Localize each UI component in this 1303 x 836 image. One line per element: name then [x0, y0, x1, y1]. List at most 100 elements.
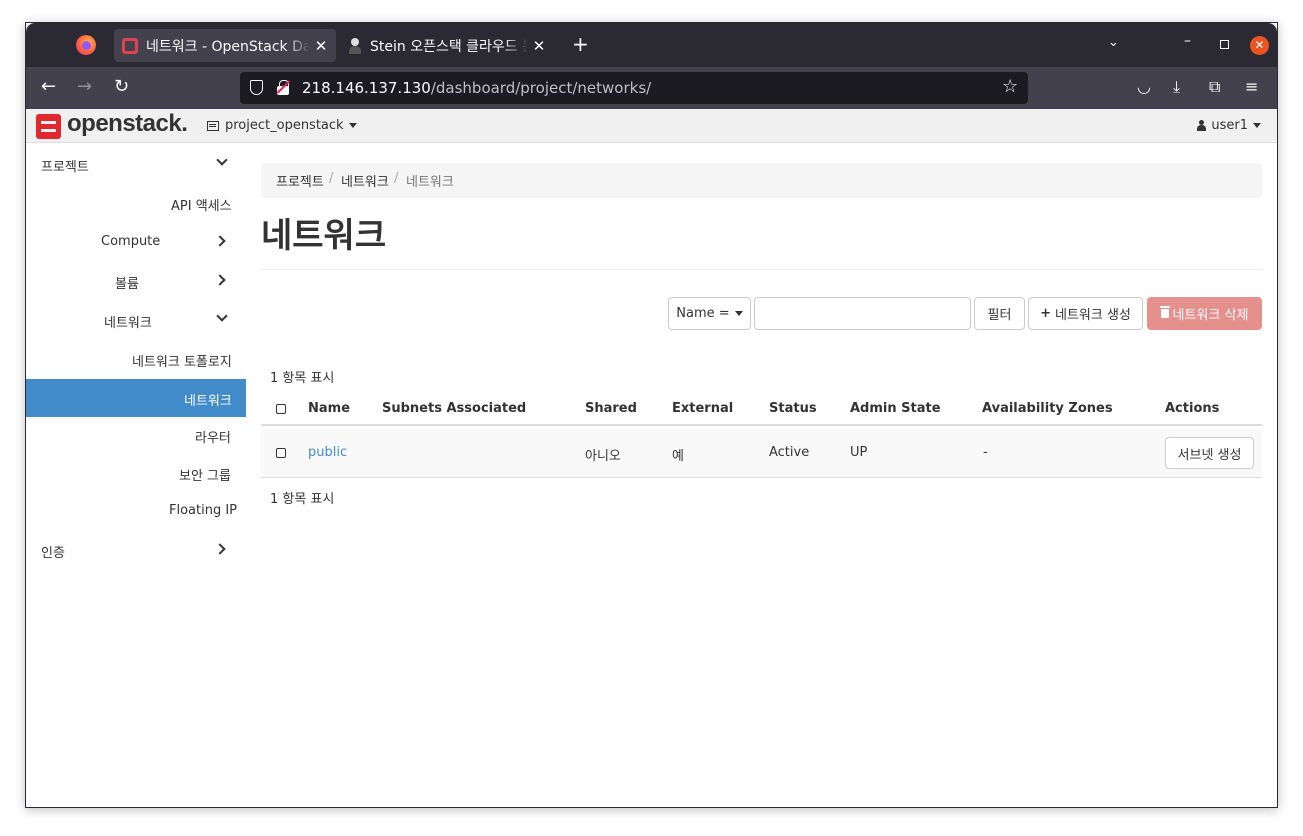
- cell-availability-zones: -: [983, 445, 988, 460]
- tracking-shield-icon[interactable]: [250, 80, 263, 95]
- delete-networks-label: 네트워크 삭제: [1172, 308, 1249, 323]
- breadcrumb-separator: /: [329, 171, 334, 186]
- window-minimize-icon[interactable]: –: [1184, 33, 1191, 49]
- breadcrumb-networks[interactable]: 네트워크: [341, 171, 389, 190]
- sidebar-item-label: 보안 그룹: [179, 469, 231, 484]
- sidebar-item-network-group[interactable]: 네트워크: [26, 301, 246, 339]
- sidebar-item-routers[interactable]: 라우터: [26, 416, 246, 454]
- window-maximize-icon[interactable]: [1220, 40, 1229, 49]
- filter-input[interactable]: [754, 297, 971, 330]
- caret-down-icon: [348, 123, 357, 128]
- trash-icon: [1159, 306, 1170, 318]
- filter-button[interactable]: 필터: [974, 297, 1025, 330]
- pocket-icon[interactable]: ◡: [1137, 77, 1151, 97]
- sidebar-item-api-access[interactable]: API 액세스: [26, 184, 246, 222]
- create-subnet-button[interactable]: 서브넷 생성: [1165, 437, 1254, 469]
- chevron-down-icon: [216, 154, 228, 166]
- tab-title: 네트워크 - OpenStack Dashboard: [146, 38, 310, 55]
- forward-icon[interactable]: →: [77, 77, 92, 97]
- column-header-actions: Actions: [1165, 401, 1220, 416]
- sidebar-item-label: 프로젝트: [41, 160, 89, 175]
- browser-window: 네트워크 - OpenStack Dashboard ✕ Stein 오픈스택 …: [25, 22, 1278, 808]
- tab-close-icon[interactable]: ✕: [314, 37, 328, 55]
- openstack-header: openstack. project_openstack user1: [26, 109, 1277, 143]
- create-network-button[interactable]: + 네트워크 생성: [1028, 297, 1143, 330]
- nav-bar: ← → ↻ 218.146.137.130/dashboard/project/…: [26, 67, 1277, 109]
- sidebar-item-label: 인증: [41, 546, 65, 561]
- extensions-icon[interactable]: ⧉: [1209, 77, 1220, 97]
- sidebar-item-label: 네트워크: [184, 394, 232, 409]
- sidebar-item-networks[interactable]: 네트워크: [26, 379, 246, 417]
- breadcrumb: 프로젝트 / 네트워크 / 네트워크: [261, 163, 1262, 198]
- sidebar-item-network-topology[interactable]: 네트워크 토폴로지: [26, 340, 246, 378]
- user-name: user1: [1211, 118, 1248, 133]
- openstack-logo-icon[interactable]: [36, 114, 61, 139]
- sidebar-item-floating-ip[interactable]: Floating IP: [26, 492, 246, 530]
- blog-favicon-icon: [348, 37, 362, 54]
- create-network-label: 네트워크 생성: [1055, 308, 1131, 323]
- tab-stein-guide[interactable]: Stein 오픈스택 클라우드 분 ✕: [340, 29, 554, 62]
- item-count-top: 1 항목 표시: [270, 371, 335, 386]
- reload-icon[interactable]: ↻: [114, 77, 129, 97]
- tab-bar: 네트워크 - OpenStack Dashboard ✕ Stein 오픈스택 …: [26, 23, 1277, 67]
- caret-down-icon: [1253, 123, 1261, 128]
- openstack-favicon-icon: [122, 37, 138, 54]
- column-header-external[interactable]: External: [672, 401, 733, 416]
- tab-close-icon[interactable]: ✕: [532, 37, 546, 55]
- sidebar-item-label: 네트워크: [104, 316, 152, 331]
- url-path: /dashboard/project/networks/: [430, 79, 652, 97]
- window-close-icon[interactable]: ✕: [1250, 36, 1269, 55]
- column-header-name[interactable]: Name: [308, 401, 350, 416]
- plus-icon: +: [1040, 306, 1051, 321]
- column-header-subnets[interactable]: Subnets Associated: [382, 401, 526, 416]
- project-list-icon: [207, 120, 219, 131]
- bookmark-star-icon[interactable]: ☆: [1002, 76, 1018, 97]
- project-switcher[interactable]: project_openstack: [207, 118, 357, 133]
- sidebar: 프로젝트 API 액세스 Compute 볼륨 네트워크 네트워크 토폴로지 네…: [26, 143, 246, 807]
- delete-networks-button[interactable]: 네트워크 삭제: [1147, 297, 1262, 330]
- back-icon[interactable]: ←: [41, 77, 56, 97]
- chevron-down-icon: [216, 310, 228, 322]
- tab-title: Stein 오픈스택 클라우드 분: [370, 38, 528, 55]
- firefox-icon[interactable]: [76, 35, 96, 55]
- column-header-status[interactable]: Status: [769, 401, 817, 416]
- sidebar-item-project[interactable]: 프로젝트: [26, 145, 246, 183]
- table-row: public 아니오 예 Active UP - 서브넷 생성: [261, 429, 1262, 478]
- sidebar-item-label: Compute: [101, 234, 161, 249]
- openstack-logo-text[interactable]: openstack.: [67, 110, 188, 138]
- column-header-availability-zones[interactable]: Availability Zones: [982, 401, 1113, 416]
- cell-shared: 아니오: [585, 449, 621, 464]
- title-divider: [261, 269, 1262, 270]
- project-name: project_openstack: [225, 118, 344, 133]
- new-tab-icon[interactable]: +: [572, 34, 589, 54]
- sidebar-item-label: Floating IP: [169, 503, 238, 518]
- url-text[interactable]: 218.146.137.130/dashboard/project/networ…: [302, 79, 651, 97]
- url-bar[interactable]: 218.146.137.130/dashboard/project/networ…: [240, 72, 1028, 104]
- sidebar-item-compute[interactable]: Compute: [26, 223, 246, 261]
- chevron-right-icon: [214, 235, 226, 247]
- app-menu-icon[interactable]: ≡: [1245, 77, 1258, 97]
- sidebar-item-security-groups[interactable]: 보안 그룹: [26, 454, 246, 492]
- tab-networks[interactable]: 네트워크 - OpenStack Dashboard ✕: [114, 29, 336, 62]
- page-title: 네트워크: [261, 217, 387, 255]
- chevron-right-icon: [214, 543, 226, 555]
- sidebar-item-label: 라우터: [195, 431, 231, 446]
- filter-field-select[interactable]: Name =: [668, 297, 751, 330]
- cell-external: 예: [672, 449, 684, 464]
- downloads-icon[interactable]: ⤓: [1173, 77, 1180, 97]
- sidebar-item-identity[interactable]: 인증: [26, 531, 246, 569]
- user-icon: [1197, 120, 1207, 131]
- url-host: 218.146.137.130: [302, 79, 431, 97]
- breadcrumb-separator: /: [394, 171, 399, 186]
- breadcrumb-project[interactable]: 프로젝트: [276, 171, 324, 190]
- column-header-admin-state[interactable]: Admin State: [850, 401, 941, 416]
- column-header-shared[interactable]: Shared: [585, 401, 637, 416]
- caret-down-icon: [734, 311, 743, 316]
- network-name-link[interactable]: public: [308, 445, 347, 460]
- user-menu[interactable]: user1: [1197, 118, 1261, 133]
- row-checkbox[interactable]: [276, 448, 286, 458]
- sidebar-item-volumes[interactable]: 볼륨: [26, 262, 246, 300]
- select-all-checkbox[interactable]: [276, 404, 286, 414]
- item-count-bottom: 1 항목 표시: [270, 492, 335, 507]
- tab-list-icon[interactable]: ⌄: [1108, 35, 1119, 50]
